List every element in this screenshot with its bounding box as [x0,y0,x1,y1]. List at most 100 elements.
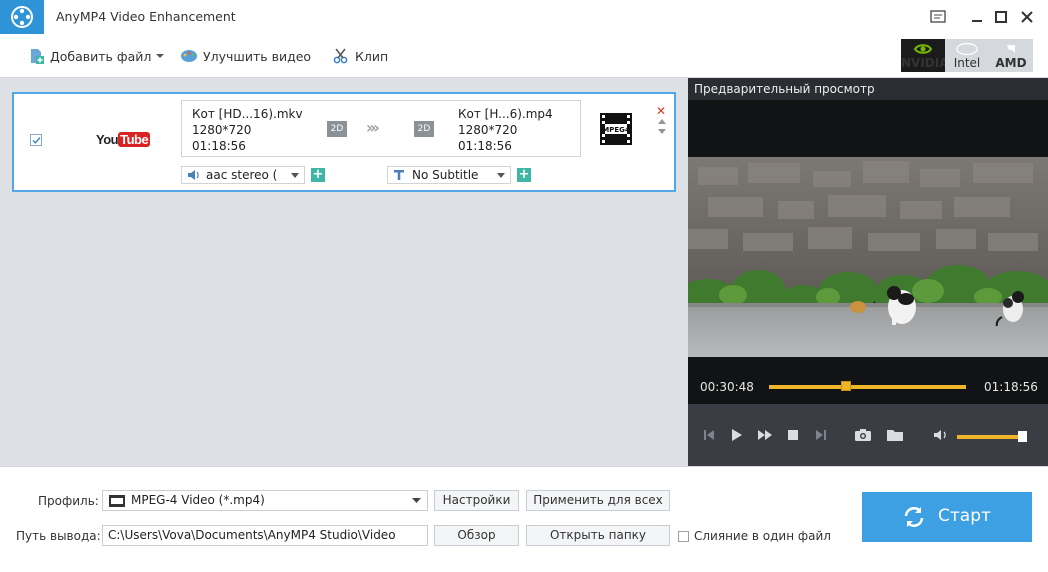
volume-thumb[interactable] [1018,431,1028,442]
playback-timeline: 00:30:48 01:18:56 [688,378,1048,398]
output-resolution: 1280*720 [458,123,518,137]
output-path-label: Путь вывода: [16,529,101,543]
move-down-icon[interactable] [657,128,667,135]
refresh-icon [904,507,924,527]
source-resolution: 1280*720 [192,123,252,137]
maximize-button[interactable] [992,8,1010,26]
clip-button[interactable]: Клип [332,46,388,66]
total-time: 01:18:56 [984,380,1038,394]
gpu-nvidia-label: NVIDIA [901,56,949,70]
start-button[interactable]: Старт [862,492,1032,542]
gpu-nvidia-button[interactable]: NVIDIA [901,39,949,72]
skip-back-icon[interactable] [702,428,716,442]
subtitle-dropdown[interactable]: No Subtitle [387,166,511,184]
video-frame [688,157,1048,357]
add-audio-button[interactable]: + [311,168,325,182]
text-t-icon [394,170,404,180]
volume-slider[interactable] [957,435,1027,439]
seek-thumb[interactable] [840,381,851,391]
volume-icon[interactable] [933,428,951,442]
chevron-down-icon [412,498,421,503]
merge-checkbox[interactable] [678,531,689,542]
current-time: 00:30:48 [700,380,754,394]
profile-dropdown[interactable]: MPEG-4 Video (*.mp4) [102,490,428,511]
subtitle-value: No Subtitle [412,168,479,182]
clip-label: Клип [355,48,389,64]
fast-forward-icon[interactable] [757,428,773,442]
add-subtitle-button[interactable]: + [517,168,531,182]
move-up-icon[interactable] [657,118,667,125]
add-file-button[interactable]: Добавить файл [27,46,165,66]
output-filename: Кот [H...6).mp4 [458,107,553,121]
intel-logo-icon [956,42,978,56]
start-label: Старт [938,506,991,526]
browse-button[interactable]: Обзор [434,525,519,546]
preview-video-area [688,100,1048,404]
output-path-input[interactable]: C:\Users\Vova\Documents\AnyMP4 Studio\Vi… [102,525,428,546]
play-icon[interactable] [729,428,743,442]
preview-panel: Предварительный просмотр 00:30:48 01:18:… [688,78,1048,466]
minimize-button[interactable] [968,8,986,26]
camera-icon[interactable] [854,428,872,442]
source-filename: Кот [HD...16).mkv [192,107,303,121]
preview-title: Предварительный просмотр [694,82,875,96]
output-2d-badge[interactable]: 2D [414,121,434,137]
enhance-video-button[interactable]: Улучшить видео [180,46,311,66]
gpu-amd-button[interactable]: AMD [989,39,1033,72]
seek-bar[interactable] [769,385,966,389]
feedback-button[interactable] [929,8,947,26]
profile-label: Профиль: [38,494,99,508]
close-icon [1021,11,1033,23]
audio-track-value: aac stereo ( [206,168,278,182]
close-button[interactable] [1018,8,1036,26]
source-2d-badge[interactable]: 2D [327,121,347,137]
title-bar: AnyMP4 Video Enhancement [0,0,1048,34]
folder-icon[interactable] [886,428,904,442]
profile-value: MPEG-4 Video (*.mp4) [131,493,265,507]
remove-item-button[interactable]: ✕ [656,104,666,118]
youtube-logo: You Tube [96,132,151,147]
enhance-video-label: Улучшить видео [203,48,312,64]
chevron-down-icon [497,173,505,178]
file-list: You Tube Кот [HD...16).mkv 1280*720 01:18… [0,78,688,466]
output-info: Кот [H...6).mp4 1280*720 01:18:56 [458,106,553,154]
nvidia-eye-icon [913,44,933,54]
add-file-label: Добавить файл [50,48,152,64]
bottom-panel: Профиль: MPEG-4 Video (*.mp4) Настройки … [0,466,1048,572]
chevron-down-icon[interactable] [155,51,165,61]
audio-track-dropdown[interactable]: aac stereo ( [181,166,305,184]
amd-logo-icon [1007,45,1015,53]
player-controls [688,404,1048,466]
scissors-icon [333,48,348,64]
film-reel-icon [11,6,33,28]
skip-forward-icon[interactable] [814,428,828,442]
gpu-intel-button[interactable]: Intel [945,39,989,72]
gpu-intel-label: Intel [953,56,981,70]
chevron-down-icon [291,173,299,178]
mpeg4-format-icon[interactable]: MPEG4 [600,113,632,145]
gpu-amd-label: AMD [995,56,1027,70]
file-item[interactable]: You Tube Кот [HD...16).mkv 1280*720 01:18… [12,92,676,192]
message-icon [930,10,946,23]
cat-left [850,301,866,313]
merge-label[interactable]: Слияние в один файл [694,529,831,543]
file-item-checkbox[interactable] [30,134,42,146]
film-icon [109,495,125,507]
palette-icon [181,50,197,62]
mpeg4-format-text: MPEG4 [602,126,630,134]
output-duration: 01:18:56 [458,139,512,153]
convert-arrows-icon: ››› [366,118,380,137]
settings-button[interactable]: Настройки [434,490,519,511]
file-info-box: Кот [HD...16).mkv 1280*720 01:18:56 2D ›… [181,100,581,157]
output-path-value: C:\Users\Vova\Documents\AnyMP4 Studio\Vi… [108,528,396,542]
stop-icon[interactable] [786,428,800,442]
maximize-icon [995,11,1007,23]
minimize-icon [972,20,982,22]
apply-all-button[interactable]: Применить для всех [526,490,670,511]
app-title: AnyMP4 Video Enhancement [56,9,236,24]
add-file-icon [31,49,44,64]
open-folder-button[interactable]: Открыть папку [526,525,670,546]
speaker-icon [188,170,199,180]
source-duration: 01:18:56 [192,139,246,153]
source-info: Кот [HD...16).mkv 1280*720 01:18:56 [192,106,303,154]
